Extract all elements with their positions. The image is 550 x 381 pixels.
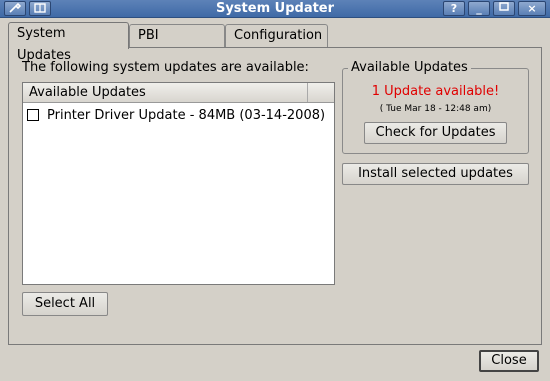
maximize-icon[interactable] [493, 1, 515, 16]
minimize-icon[interactable]: _ [468, 1, 490, 16]
select-all-button[interactable]: Select All [22, 292, 108, 316]
window-menu-icon[interactable] [29, 1, 51, 16]
close-button[interactable]: Close [479, 350, 539, 372]
wrench-icon[interactable] [4, 1, 26, 16]
tab-system-updates[interactable]: System Updates [8, 22, 129, 63]
close-icon[interactable]: × [518, 1, 546, 16]
update-status: 1 Update available! [371, 84, 500, 99]
list-header-filler [308, 83, 334, 102]
updates-list[interactable]: Available Updates Printer Driver Update … [22, 82, 335, 285]
update-item-label: Printer Driver Update - 84MB (03-14-2008… [47, 107, 326, 123]
help-icon[interactable]: ? [443, 1, 465, 16]
list-header-label[interactable]: Available Updates [23, 83, 308, 102]
tab-bar: System Updates PBI Updates Configuration [8, 22, 328, 65]
tab-configuration[interactable]: Configuration [225, 24, 328, 48]
list-item[interactable]: Printer Driver Update - 84MB (03-14-2008… [23, 105, 334, 125]
check-for-updates-button[interactable]: Check for Updates [364, 122, 507, 144]
last-check-timestamp: ( Tue Mar 18 - 12:48 am) [379, 104, 492, 114]
install-selected-updates-button[interactable]: Install selected updates [342, 163, 529, 185]
group-title: Available Updates [348, 60, 471, 75]
list-header: Available Updates [23, 83, 334, 103]
update-checkbox[interactable] [27, 109, 39, 121]
tab-pbi-updates[interactable]: PBI Updates [129, 24, 225, 65]
title-bar: System Updater ? _ × [0, 0, 550, 18]
